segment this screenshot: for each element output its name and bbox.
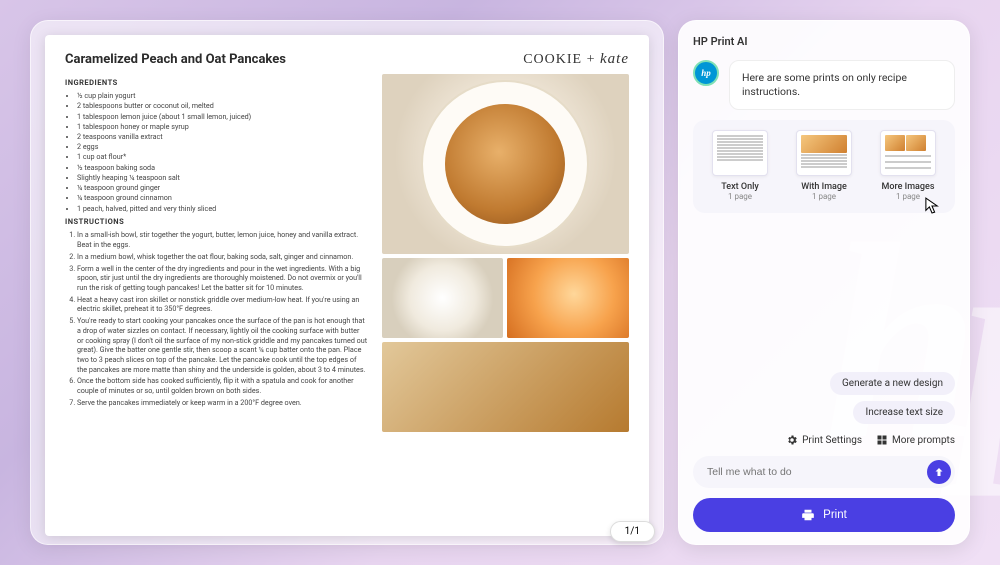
document-preview-panel: Caramelized Peach and Oat Pancakes COOKI…: [30, 20, 664, 545]
instruction-item: Heat a heavy cast iron skillet or nonsti…: [77, 295, 368, 314]
option-sublabel: 1 page: [701, 192, 779, 201]
option-thumb-more-images: [880, 130, 936, 176]
option-text-only[interactable]: Text Only 1 page: [701, 130, 779, 201]
instructions-list: In a small-ish bowl, stir together the y…: [65, 230, 368, 407]
hp-logo-icon: hp: [693, 60, 719, 86]
gear-icon: [786, 434, 798, 446]
option-more-images[interactable]: More Images 1 page: [869, 130, 947, 201]
print-settings-label: Print Settings: [802, 435, 862, 446]
recipe-hero-image: [382, 74, 630, 254]
brand-left: COOKIE: [523, 52, 582, 67]
arrow-up-icon: [933, 466, 945, 478]
option-thumb-text-only: [712, 130, 768, 176]
instruction-item: Once the bottom side has cooked sufficie…: [77, 376, 368, 395]
ingredient-item: 1 tablespoon honey or maple syrup: [77, 122, 368, 132]
print-layout-options: Text Only 1 page With Image 1 page More …: [693, 120, 955, 213]
ingredients-heading: INGREDIENTS: [65, 78, 368, 88]
prompt-input-row: [693, 456, 955, 488]
ingredient-item: Slightly heaping ¼ teaspoon salt: [77, 173, 368, 183]
ai-panel: HP Print AI hp Here are some prints on o…: [678, 20, 970, 545]
option-label: Text Only: [701, 182, 779, 192]
ingredient-item: 2 eggs: [77, 142, 368, 152]
ingredient-item: 1 peach, halved, pitted and very thinly …: [77, 204, 368, 214]
recipe-image-pancakes: [382, 342, 630, 432]
chip-increase-text[interactable]: Increase text size: [853, 401, 955, 424]
instructions-heading: INSTRUCTIONS: [65, 217, 368, 227]
ingredient-item: 1 tablespoon lemon juice (about 1 small …: [77, 112, 368, 122]
brand-sep: +: [587, 52, 596, 67]
more-prompts-button[interactable]: More prompts: [876, 434, 955, 446]
prompt-input[interactable]: [707, 466, 927, 478]
cursor-icon: [925, 197, 939, 215]
suggestion-chips: Generate a new design Increase text size: [693, 372, 955, 424]
site-brand: COOKIE + kate: [523, 51, 629, 68]
print-button[interactable]: Print: [693, 498, 955, 532]
ingredient-item: 2 teaspoons vanilla extract: [77, 132, 368, 142]
recipe-title: Caramelized Peach and Oat Pancakes: [65, 52, 286, 67]
option-thumb-with-image: [796, 130, 852, 176]
ai-message-bubble: Here are some prints on only recipe inst…: [729, 60, 955, 110]
instruction-item: You're ready to start cooking your panca…: [77, 316, 368, 374]
send-button[interactable]: [927, 460, 951, 484]
option-label: With Image: [785, 182, 863, 192]
ai-panel-title: HP Print AI: [693, 35, 955, 48]
ingredient-item: 2 tablespoons butter or coconut oil, mel…: [77, 101, 368, 111]
ingredient-item: ¼ teaspoon ground cinnamon: [77, 193, 368, 203]
more-prompts-label: More prompts: [892, 435, 955, 446]
chip-generate-design[interactable]: Generate a new design: [830, 372, 955, 395]
brand-right: kate: [600, 51, 629, 67]
instruction-item: In a small-ish bowl, stir together the y…: [77, 230, 368, 249]
ingredient-item: 1 cup oat flour*: [77, 152, 368, 162]
instruction-item: Serve the pancakes immediately or keep w…: [77, 398, 368, 408]
option-sublabel: 1 page: [785, 192, 863, 201]
recipe-image-bowl: [382, 258, 504, 338]
print-button-label: Print: [823, 509, 847, 521]
ingredient-item: ½ teaspoon baking soda: [77, 163, 368, 173]
recipe-image-peach: [507, 258, 629, 338]
page-indicator[interactable]: 1/1: [610, 521, 655, 542]
instruction-item: In a medium bowl, whisk together the oat…: [77, 252, 368, 262]
ingredients-list: ½ cup plain yogurt2 tablespoons butter o…: [65, 91, 368, 213]
document-page[interactable]: Caramelized Peach and Oat Pancakes COOKI…: [45, 35, 649, 536]
option-label: More Images: [869, 182, 947, 192]
print-settings-button[interactable]: Print Settings: [786, 434, 862, 446]
printer-icon: [801, 508, 815, 522]
instruction-item: Form a well in the center of the dry ing…: [77, 264, 368, 293]
grid-icon: [876, 434, 888, 446]
option-with-image[interactable]: With Image 1 page: [785, 130, 863, 201]
ingredient-item: ¼ teaspoon ground ginger: [77, 183, 368, 193]
ingredient-item: ½ cup plain yogurt: [77, 91, 368, 101]
